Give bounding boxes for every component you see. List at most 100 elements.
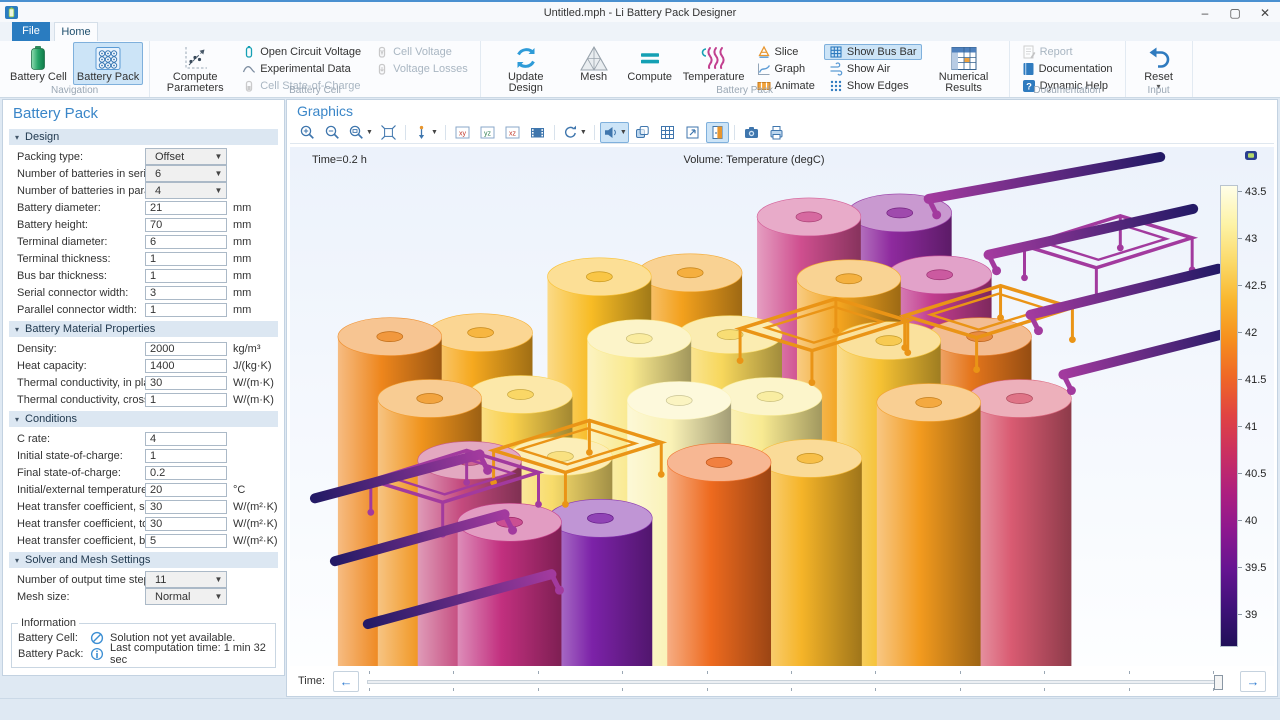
default-view-icon[interactable] (681, 122, 704, 143)
zoom-out-icon[interactable] (321, 122, 344, 143)
battery-cell-icon (10, 44, 67, 72)
c-rate-input[interactable] (145, 432, 227, 446)
dropdown-caret-icon: ▼ (431, 129, 438, 136)
form-row: Battery diameter:mm (3, 199, 284, 216)
mesh-icon (571, 44, 617, 72)
compute-icon (627, 44, 673, 72)
field-label: Battery diameter: (17, 202, 145, 214)
number-of-batteries-in-series-select[interactable]: 6▼ (145, 165, 227, 182)
scene-light-icon[interactable]: ▼ (600, 122, 629, 143)
graphics-canvas[interactable]: Time=0.2 h Volume: Temperature (degC) 43… (290, 147, 1274, 666)
colorbar-tick: 39.5 (1238, 562, 1266, 574)
temperature-button[interactable]: Temperature (679, 42, 749, 85)
section-header-solver-and-mesh-settings[interactable]: ▾Solver and Mesh Settings (9, 552, 278, 568)
time-step-forward-button[interactable]: → (1240, 671, 1266, 692)
section-header-battery-material-properties[interactable]: ▾Battery Material Properties (9, 321, 278, 337)
report-icon (1022, 45, 1036, 59)
chevron-down-icon: ▼ (211, 575, 226, 584)
field-label: Terminal thickness: (17, 253, 145, 265)
open-circuit-voltage-icon (242, 45, 256, 59)
battery-pack-3d-view[interactable] (290, 147, 1274, 666)
update-design-icon (491, 44, 561, 72)
tab-home[interactable]: Home (54, 22, 98, 42)
final-state-of-charge-input[interactable] (145, 466, 227, 480)
packing-type-select[interactable]: Offset▼ (145, 148, 227, 165)
bus-bar-thickness-input[interactable] (145, 269, 227, 283)
experimental-data-icon (242, 62, 256, 76)
time-slider-thumb[interactable] (1214, 675, 1223, 690)
ribbon-group-label: Battery Cell (150, 85, 480, 97)
thermal-conductivity-cross-plane-input[interactable] (145, 393, 227, 407)
open-circuit-voltage-button[interactable]: Open Circuit Voltage (237, 44, 366, 60)
number-of-batteries-in-parallel-select[interactable]: 4▼ (145, 182, 227, 199)
initial-external-temperature-input[interactable] (145, 483, 227, 497)
zoom-box-icon[interactable]: ▼ (346, 122, 375, 143)
environment-icon[interactable] (706, 122, 729, 143)
initial-state-of-charge-input[interactable] (145, 449, 227, 463)
heat-transfer-coefficient-sides-input[interactable] (145, 500, 227, 514)
field-label: Heat capacity: (17, 360, 145, 372)
close-button[interactable]: ✕ (1250, 2, 1280, 24)
heat-capacity-input[interactable] (145, 359, 227, 373)
documentation-icon (1022, 62, 1035, 76)
print-icon[interactable] (765, 122, 788, 143)
form-row: Parallel connector width:mm (3, 301, 284, 318)
slice-button[interactable]: Slice (752, 44, 820, 60)
section-header-design[interactable]: ▾Design (9, 129, 278, 145)
status-bar (0, 698, 1280, 720)
heat-transfer-coefficient-top-input[interactable] (145, 517, 227, 531)
graph-button[interactable]: Graph (752, 61, 820, 77)
tab-file[interactable]: File (12, 22, 50, 41)
view-xz-icon[interactable]: xz (501, 122, 524, 143)
transparency-icon[interactable] (631, 122, 654, 143)
mesh-size-select[interactable]: Normal▼ (145, 588, 227, 605)
time-slider-track[interactable] (367, 680, 1216, 684)
maximize-button[interactable]: ▢ (1220, 2, 1250, 24)
grid-icon[interactable] (656, 122, 679, 143)
show-air-button[interactable]: Show Air (824, 61, 922, 77)
colorbar-tick: 43.5 (1238, 186, 1266, 198)
movie-icon[interactable] (526, 122, 549, 143)
view-yz-icon[interactable]: yz (476, 122, 499, 143)
field-label: Number of output time steps: (17, 574, 145, 586)
form-row: Packing type:Offset▼ (3, 148, 284, 165)
dropdown-caret-icon: ▼ (580, 129, 587, 136)
number-of-output-time-steps-select[interactable]: 11▼ (145, 571, 227, 588)
terminal-diameter-input[interactable] (145, 235, 227, 249)
battery-cell-button[interactable]: Battery Cell (6, 42, 71, 85)
density-input[interactable] (145, 342, 227, 356)
info-label: Battery Cell: (18, 632, 84, 644)
show-bus-bar-button[interactable]: Show Bus Bar (824, 44, 922, 60)
compute-button[interactable]: Compute (623, 42, 677, 85)
ribbon-group-label: Documentation (1010, 85, 1125, 97)
colorbar-tick: 40 (1238, 515, 1257, 527)
heat-transfer-coefficient-bottom-input[interactable] (145, 534, 227, 548)
ribbon-small-column: Cell VoltageVoltage Losses (370, 44, 473, 77)
snapshot-icon[interactable] (740, 122, 763, 143)
experimental-data-button[interactable]: Experimental Data (237, 61, 366, 77)
time-step-back-button[interactable]: ← (333, 671, 359, 692)
terminal-thickness-input[interactable] (145, 252, 227, 266)
view-xy-icon[interactable]: xy (451, 122, 474, 143)
zoom-extents-icon[interactable] (377, 122, 400, 143)
zoom-in-icon[interactable] (296, 122, 319, 143)
rotate-icon[interactable]: ▼ (560, 122, 589, 143)
field-label: Terminal diameter: (17, 236, 145, 248)
section-header-conditions[interactable]: ▾Conditions (9, 411, 278, 427)
battery-diameter-input[interactable] (145, 201, 227, 215)
time-slider[interactable] (367, 670, 1232, 692)
minimize-button[interactable]: – (1190, 2, 1220, 24)
legend-icon[interactable] (1244, 150, 1258, 164)
serial-connector-width-input[interactable] (145, 286, 227, 300)
parallel-connector-width-input[interactable] (145, 303, 227, 317)
compute-parameters-icon (160, 44, 230, 72)
battery-height-input[interactable] (145, 218, 227, 232)
thermal-conductivity-in-plane-input[interactable] (145, 376, 227, 390)
form-row: Initial state-of-charge: (3, 447, 284, 464)
svg-text:xy: xy (459, 130, 467, 137)
battery-pack-button[interactable]: Battery Pack (73, 42, 143, 85)
orientation-icon[interactable]: ▼ (411, 122, 440, 143)
documentation-button[interactable]: Documentation (1017, 61, 1118, 77)
toolbar-separator (554, 125, 555, 140)
mesh-button[interactable]: Mesh (567, 42, 621, 85)
